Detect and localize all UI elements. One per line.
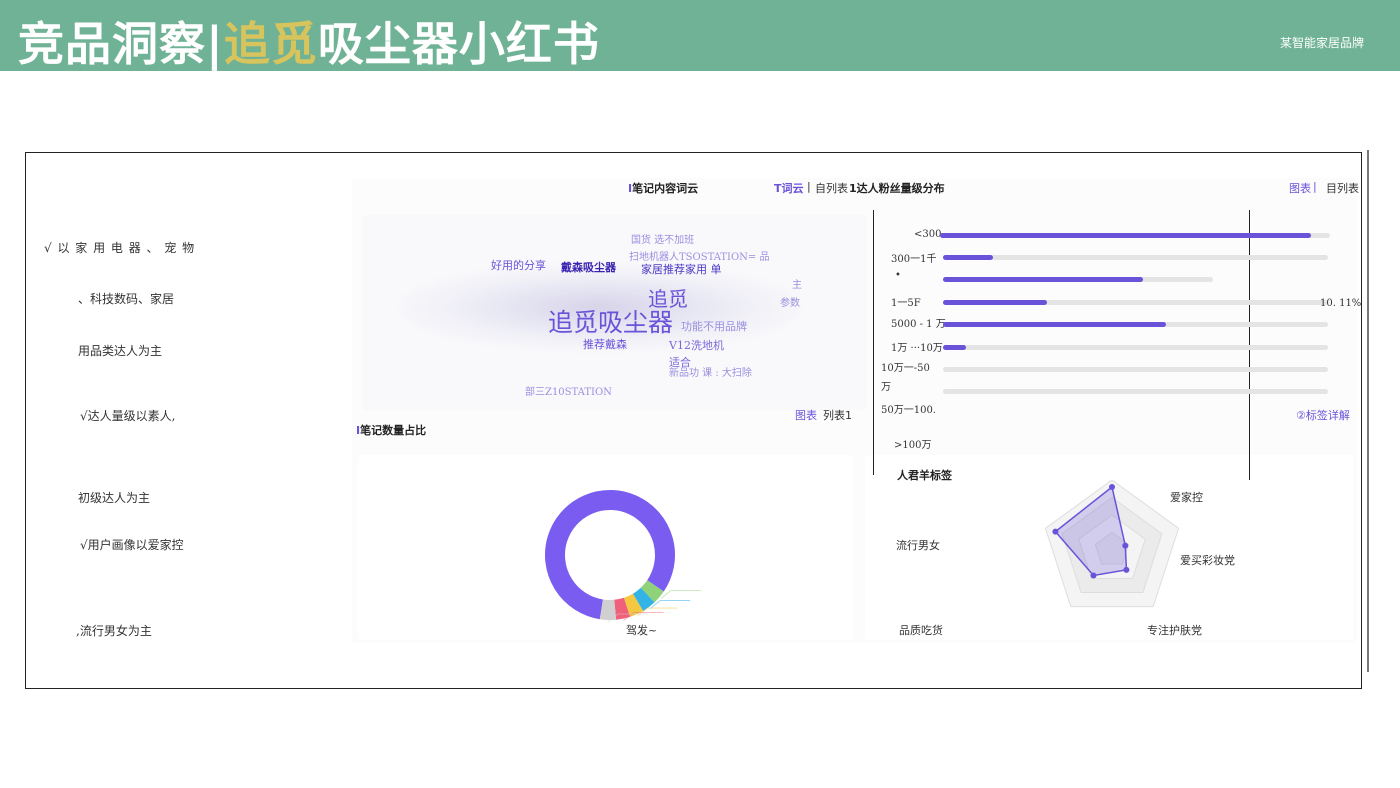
title-part2: 吸尘器小红书 xyxy=(317,17,600,71)
notes-share-title: I笔记数量占比 xyxy=(356,424,427,437)
donut-leader-line xyxy=(649,600,691,609)
donut-segment xyxy=(640,580,664,603)
cloud-word: 国货 选不加班 xyxy=(631,235,695,246)
wordcloud-title: I笔记内容词云 xyxy=(628,182,699,195)
cloud-word: 参数 xyxy=(780,298,800,309)
cloud-word: 主 xyxy=(792,280,802,291)
donut-segment xyxy=(623,593,644,617)
fans-bar-fill xyxy=(943,345,967,350)
fans-bar-fill xyxy=(943,300,1047,305)
fans-label: >100万 xyxy=(894,440,932,451)
cloud-word: 戴森吸尘器 xyxy=(561,261,616,274)
wordcloud-list-link[interactable]: 列表1 xyxy=(823,407,852,423)
donut-label: 驾发~ xyxy=(626,624,658,637)
cloud-word: 推荐戴森 xyxy=(583,338,627,351)
summary-line-7: ,流行男女为主 xyxy=(76,624,152,638)
fans-label: 1一5F xyxy=(891,298,921,309)
fans-bar-track xyxy=(943,300,1328,305)
page-title: 竞品洞察|追觅吸尘器小红书 xyxy=(18,8,600,74)
radar-label: 爱家控 xyxy=(1170,491,1203,504)
radar-label: 专注护肤党 xyxy=(1147,624,1202,637)
fans-left-divider xyxy=(873,210,874,475)
donut-segment xyxy=(599,599,617,620)
tag-detail-link[interactable]: ②标签详解 xyxy=(1296,407,1350,423)
tab-list[interactable]: 自列表 xyxy=(815,180,848,196)
fans-chart-tab[interactable]: 图表 xyxy=(1289,180,1311,196)
fans-label: 万 xyxy=(881,382,891,393)
fans-label: 10万一-50 xyxy=(881,363,930,374)
fans-bar-fill xyxy=(943,322,1167,327)
summary-line-1: √ 以 家 用 电 器 、 宠 物 xyxy=(44,241,196,255)
title-part1: 竞品洞察| xyxy=(18,17,224,71)
cloud-word: V12洗地机 xyxy=(669,339,724,352)
fans-bar-fill xyxy=(943,277,1143,282)
fans-list-tab[interactable]: 目列表 xyxy=(1326,180,1359,196)
wordcloud-chart-link[interactable]: 图表 xyxy=(795,407,817,423)
donut-segment xyxy=(632,587,655,611)
fans-label: 1万 ···10万 xyxy=(891,343,943,354)
summary-line-4: √达人量级以素人, xyxy=(80,409,176,423)
fans-side-value: 10. 11% xyxy=(1320,298,1362,309)
fans-bar-track xyxy=(940,233,1330,238)
cloud-word: 功能不用品牌 xyxy=(681,320,747,333)
cloud-word: 好用的分享 xyxy=(491,259,546,272)
fans-bar-track xyxy=(943,345,1328,350)
cloud-word: 家居推荐家用 单 xyxy=(641,263,722,276)
header-bar: 竞品洞察|追觅吸尘器小红书 某智能家居品牌 xyxy=(0,0,1400,71)
fans-bar-fill xyxy=(940,233,1311,238)
fans-bar-track xyxy=(943,367,1328,372)
fans-title: 1达人粉丝量级分布 xyxy=(849,182,945,195)
summary-line-5: 初级达人为主 xyxy=(78,491,151,505)
radar-point xyxy=(1052,528,1059,535)
donut-leader-line xyxy=(660,590,701,599)
fans-bar-fill xyxy=(943,255,994,260)
summary-line-2: 、科技数码、家居 xyxy=(78,292,175,306)
radar-label: 爱买彩妆党 xyxy=(1180,554,1235,567)
fans-bar-track xyxy=(943,277,1213,282)
brand-label: 某智能家居品牌 xyxy=(1279,36,1364,50)
persona-title: 人君羊标签 xyxy=(897,469,952,482)
fans-label: • xyxy=(895,270,901,281)
fans-bar-track xyxy=(943,389,1328,394)
frame-shadow xyxy=(1367,150,1369,672)
radar-point xyxy=(1090,572,1097,579)
fans-bar-track xyxy=(943,255,1328,260)
fans-label: 50万一100. xyxy=(881,405,936,416)
fans-label: 300一1千 xyxy=(891,254,937,265)
summary-line-6: √用户画像以爱家控 xyxy=(80,538,184,552)
radar-point xyxy=(1123,566,1130,573)
tab-wordcloud[interactable]: T词云 xyxy=(774,180,804,196)
donut-segment xyxy=(613,597,631,620)
radar-point xyxy=(1109,484,1115,490)
fans-tab-separator: | xyxy=(1313,180,1317,193)
radar-point xyxy=(1122,542,1129,549)
summary-line-3: 用品类达人为主 xyxy=(78,344,163,358)
cloud-word: 追觅吸尘器 xyxy=(548,308,674,337)
title-highlight: 追觅 xyxy=(223,17,318,71)
radar-label: 品质吃货 xyxy=(899,624,943,637)
cloud-word: 新品功 课 : 大扫除 xyxy=(669,368,752,379)
notes-share-donut xyxy=(545,490,701,623)
fans-bar-track xyxy=(943,322,1328,327)
cloud-word: 部三Z10STATION xyxy=(525,387,612,398)
fans-label: <300 xyxy=(914,229,942,240)
radar-label: 流行男女 xyxy=(896,539,940,552)
tab-separator: | xyxy=(807,180,811,193)
fans-label: 5000 - 1 万 xyxy=(891,319,946,330)
